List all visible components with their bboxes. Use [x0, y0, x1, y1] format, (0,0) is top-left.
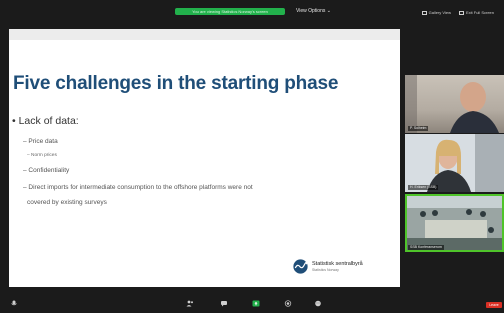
slide-item-direct-imports: – Direct imports for intermediate consum…: [23, 184, 253, 191]
ssb-logo-text: Statistisk sentralbyrå Statistics Norway: [312, 261, 363, 273]
slide-bullet: • Lack of data:: [12, 115, 79, 127]
logo-line-1: Statistisk sentralbyrå: [312, 260, 363, 267]
mute-icon[interactable]: [10, 300, 18, 307]
slide-top-strip: [9, 29, 400, 40]
gallery-view-icon: [421, 10, 427, 15]
participant-name-label: SSB Konferanserom: [408, 245, 444, 250]
shared-screen-slide: Five challenges in the starting phase • …: [9, 29, 400, 287]
chat-icon[interactable]: [220, 300, 228, 307]
screen-share-indicator[interactable]: You are viewing Statistics Norway's scre…: [175, 8, 285, 15]
view-options-button[interactable]: View Options ⌄: [296, 8, 331, 15]
slide-title: Five challenges in the starting phase: [13, 73, 339, 94]
top-bar: You are viewing Statistics Norway's scre…: [0, 0, 504, 22]
slide-bullet-text: Lack of data:: [18, 115, 79, 127]
zoom-meeting-window: You are viewing Statistics Norway's scre…: [0, 0, 504, 313]
slide-subitem-norm-prices: – Norm prices: [27, 153, 57, 158]
participant-video-tile-active-speaker[interactable]: SSB Konferanserom: [405, 194, 504, 252]
participants-icon[interactable]: [186, 300, 194, 307]
logo-line-2: Statistics Norway: [312, 267, 339, 272]
meeting-toolbar: Leave: [0, 296, 504, 313]
slide-subitem-text: Norm prices: [31, 153, 57, 158]
ssb-logo-mark-icon: [293, 259, 308, 274]
ssb-logo: Statistisk sentralbyrå Statistics Norway: [293, 259, 363, 274]
exit-fullscreen-label: Exit Full Screen: [465, 10, 494, 15]
exit-fullscreen-icon: [458, 10, 464, 15]
participant-name-label: P. Solheim: [408, 126, 429, 131]
slide-item-text: Price data: [28, 138, 58, 145]
participant-video-feed: [405, 134, 504, 192]
record-icon[interactable]: [284, 300, 292, 307]
participant-video-tile[interactable]: H. Eriksen (SSB): [405, 134, 504, 192]
share-screen-icon[interactable]: [252, 300, 260, 307]
slide-item-text: Confidentiality: [28, 167, 70, 174]
slide-item-confidentiality: – Confidentiality: [23, 167, 70, 174]
participant-video-feed: [405, 75, 499, 133]
slide-item-text: Direct imports for intermediate consumpt…: [28, 184, 253, 191]
reactions-icon[interactable]: [314, 300, 322, 307]
slide-item-price-data: – Price data: [23, 138, 58, 145]
participant-video-feed: [405, 194, 504, 252]
share-indicator-label: You are viewing Statistics Norway's scre…: [192, 9, 268, 14]
exit-fullscreen-button[interactable]: Exit Full Screen: [458, 9, 494, 16]
gallery-view-button[interactable]: Gallery View: [421, 9, 451, 16]
participant-name-label: H. Eriksen (SSB): [408, 185, 439, 190]
top-right-controls: Gallery View Exit Full Screen: [421, 9, 494, 16]
leave-button[interactable]: Leave: [486, 302, 502, 308]
slide-item-direct-imports-cont: covered by existing surveys: [27, 199, 107, 206]
participant-video-tile[interactable]: P. Solheim: [405, 75, 504, 133]
gallery-view-label: Gallery View: [428, 10, 451, 15]
